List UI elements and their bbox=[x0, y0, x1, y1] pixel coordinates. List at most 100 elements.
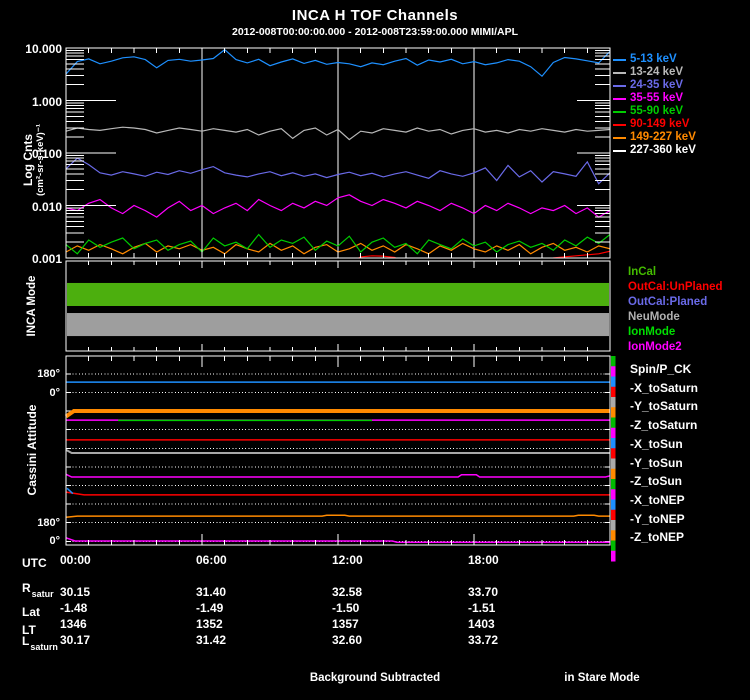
attitude-color-strip-segment bbox=[611, 479, 616, 490]
mode-legend-item: NeuMode bbox=[628, 311, 680, 323]
legend-color-dash bbox=[613, 137, 626, 139]
table-cell: 1346 bbox=[60, 617, 87, 631]
time-range-subtitle: 2012-008T00:00:00.000 - 2012-008T23:59:0… bbox=[231, 26, 518, 38]
legend-color-dash bbox=[613, 111, 626, 113]
row-label-main: L bbox=[22, 634, 30, 648]
attitude-att-line-2 bbox=[64, 409, 610, 419]
attitude-color-strip-segment bbox=[611, 499, 616, 511]
tof-legend-item: 90-149 keV bbox=[613, 118, 689, 131]
attitude-legend-item: -Z_toSaturn bbox=[630, 418, 698, 433]
attitude-color-strip-segment bbox=[611, 520, 616, 531]
table-cell: -1.48 bbox=[60, 601, 88, 615]
tof-legend-item: 149-227 keV bbox=[613, 131, 696, 144]
utc-tick-label: 12:00 bbox=[332, 553, 363, 567]
attitude-legend-item: -Y_toSaturn bbox=[630, 399, 699, 414]
attitude-y-axis-label: Cassini Attitude bbox=[25, 404, 39, 496]
attitude-y-tick-label: 180° bbox=[37, 367, 60, 380]
table-row-label: Lat bbox=[22, 605, 40, 619]
attitude-att-line-7 bbox=[65, 491, 610, 496]
footer-stare-mode: in Stare Mode bbox=[564, 672, 640, 684]
attitude-legend-item: -Z_toSun bbox=[630, 474, 682, 489]
inca-tof-plot-page: INCA H TOF Channels 2012-008T00:00:00.00… bbox=[0, 0, 750, 700]
attitude-legend-item: -Y_toNEP bbox=[630, 511, 685, 526]
mode-legend-item: IonMode bbox=[628, 326, 676, 338]
footer-background-subtracted: Background Subtracted bbox=[309, 672, 441, 684]
attitude-color-strip-segment bbox=[611, 458, 616, 470]
attitude-y-tick-label: 0° bbox=[49, 535, 60, 548]
attitude-att-line-5 bbox=[65, 449, 610, 454]
attitude-color-strip-segment bbox=[611, 397, 616, 408]
row-label-subscript: saturn bbox=[30, 642, 58, 652]
legend-color-dash bbox=[613, 85, 626, 87]
utc-tick-label: 18:00 bbox=[468, 553, 499, 567]
attitude-color-strip-segment bbox=[611, 509, 616, 521]
table-cell: -1.49 bbox=[196, 601, 224, 615]
table-cell: 1403 bbox=[468, 617, 495, 631]
mode-bar-IonMode bbox=[67, 282, 609, 306]
utc-axis-label: UTC bbox=[22, 556, 47, 570]
attitude-att-line-9 bbox=[65, 514, 610, 518]
utc-tick-label: 06:00 bbox=[196, 553, 227, 567]
mode-legend-item: OutCal:UnPlaned bbox=[628, 281, 723, 293]
table-cell: 30.17 bbox=[60, 633, 91, 647]
tof-y-tick-label: 0.010 bbox=[31, 199, 62, 214]
table-cell: -1.50 bbox=[332, 601, 360, 615]
tof-legend-item: 13-24 keV bbox=[613, 66, 683, 79]
attitude-color-strip-segment bbox=[611, 489, 616, 500]
mode-bar-NeuMode bbox=[67, 313, 609, 337]
tof-y-tick-label: 0.001 bbox=[31, 252, 62, 266]
table-cell: -1.51 bbox=[468, 601, 496, 615]
tof-legend-item: 35-55 keV bbox=[613, 92, 683, 105]
table-row-label: Rsatur bbox=[22, 581, 54, 599]
table-cell: 30.15 bbox=[60, 585, 91, 599]
attitude-color-strip-segment bbox=[611, 438, 616, 449]
legend-color-dash bbox=[613, 59, 626, 61]
table-cell: 33.70 bbox=[468, 585, 499, 599]
attitude-y-tick-label: 0° bbox=[49, 386, 60, 399]
legend-color-dash bbox=[613, 150, 626, 152]
table-row-label: Lsaturn bbox=[22, 634, 58, 652]
attitude-legend-item: -X_toSun bbox=[630, 436, 683, 451]
attitude-att-line-6 bbox=[65, 473, 611, 478]
mode-legend-item: InCal bbox=[628, 266, 657, 278]
tof-legend-item: 227-360 keV bbox=[613, 144, 696, 157]
row-label-main: R bbox=[22, 581, 31, 595]
mode-legend-item: OutCal:Planed bbox=[628, 296, 708, 308]
row-label-main: Lat bbox=[22, 605, 40, 619]
attitude-color-strip-segment bbox=[611, 468, 616, 480]
tof-legend-item: 24-35 keV bbox=[613, 79, 683, 92]
attitude-legend-item: -X_toSaturn bbox=[630, 380, 699, 395]
tof-y-tick-label: 1.000 bbox=[31, 94, 62, 109]
table-cell: 1352 bbox=[196, 617, 223, 631]
attitude-legend-item: Spin/P_CK bbox=[630, 362, 692, 376]
tof-legend-item: 5-13 keV bbox=[613, 53, 677, 66]
row-label-subscript: satur bbox=[31, 589, 54, 599]
attitude-color-strip-segment bbox=[611, 427, 616, 439]
attitude-color-strip-segment bbox=[611, 417, 616, 429]
table-cell: 32.58 bbox=[332, 585, 363, 599]
attitude-color-strip-segment bbox=[611, 356, 616, 367]
page-title: INCA H TOF Channels bbox=[291, 7, 459, 24]
attitude-color-strip-segment bbox=[611, 448, 616, 459]
attitude-color-strip-segment bbox=[611, 366, 616, 377]
utc-tick-label: 00:00 bbox=[60, 553, 91, 567]
attitude-color-strip-segment bbox=[611, 407, 616, 418]
table-cell: 31.40 bbox=[196, 585, 227, 599]
legend-color-dash bbox=[613, 98, 626, 100]
tof-y-tick-label: 10.000 bbox=[25, 42, 62, 56]
attitude-legend-item: -X_toNEP bbox=[630, 492, 685, 507]
attitude-color-strip-segment bbox=[611, 550, 616, 562]
attitude-color-strip-segment bbox=[611, 530, 616, 541]
tof-legend-item: 55-90 keV bbox=[613, 105, 683, 118]
attitude-color-strip-segment bbox=[611, 540, 616, 552]
attitude-y-tick-label: 180° bbox=[37, 516, 60, 529]
tof-y-tick-label: 0.100 bbox=[31, 147, 62, 161]
table-cell: 33.72 bbox=[468, 633, 499, 647]
attitude-color-strip-segment bbox=[611, 386, 616, 398]
attitude-color-strip-segment bbox=[611, 376, 616, 388]
attitude-legend-item: -Z_toNEP bbox=[630, 530, 684, 545]
attitude-legend-item: -Y_toSun bbox=[630, 455, 683, 470]
mode-legend-item: IonMode2 bbox=[628, 341, 682, 353]
table-cell: 1357 bbox=[332, 617, 359, 631]
table-cell: 32.60 bbox=[332, 633, 363, 647]
